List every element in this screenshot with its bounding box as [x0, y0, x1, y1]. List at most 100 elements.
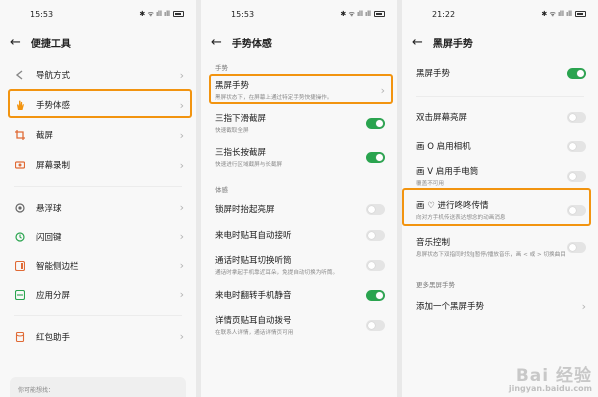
list-item-flip-mute[interactable]: 来电时翻转手机静音: [201, 282, 397, 308]
status-icons: ✱ ᯤ ıll ıll: [139, 9, 170, 18]
toggle-switch[interactable]: [567, 170, 586, 182]
list-item-ear-answer[interactable]: 来电时贴耳自动接听: [201, 222, 397, 248]
toggle-switch[interactable]: [567, 67, 586, 79]
page-header: ← 手势体感: [201, 28, 397, 56]
status-bar: 15:53 ✱ ᯤ ıll ıll: [201, 0, 397, 28]
item-subtitle: 通话时拿起手机靠近耳朵，免提自动切换为听筒。: [215, 270, 339, 276]
item-subtitle: 快速截取全屏: [215, 128, 249, 134]
status-time: 21:22: [432, 9, 456, 19]
chevron-right-icon: ›: [179, 230, 184, 243]
add-gesture-row[interactable]: 添加一个黑屏手势 ›: [402, 291, 598, 321]
battery-icon: [173, 11, 184, 17]
list-item-split-screen[interactable]: 应用分屏 ›: [0, 280, 196, 309]
toggle-switch[interactable]: [366, 117, 385, 129]
item-label: 来电时贴耳自动接听: [215, 231, 292, 241]
item-label: 导航方式: [36, 71, 71, 81]
list-item-screenshot[interactable]: 截屏 ›: [0, 120, 196, 150]
list-item-raise-to-wake[interactable]: 锁屏时抬起亮屏: [201, 196, 397, 222]
item-label: 画 O 启用相机: [416, 142, 471, 152]
toggle-switch[interactable]: [567, 111, 586, 123]
back-arrow-icon[interactable]: ←: [211, 36, 222, 49]
page-title: 黑屏手势: [432, 38, 473, 50]
back-arrow-icon[interactable]: ←: [412, 36, 423, 49]
item-label: 双击屏幕亮屏: [416, 113, 468, 123]
floating-ball-icon: [14, 202, 26, 214]
settings-panel-gesture: 15:53 ✱ ᯤ ıll ıll ← 手势体感 手势 黑屏手势 黑屏状态下，在…: [201, 0, 397, 397]
toggle-switch[interactable]: [567, 204, 586, 216]
item-label: 截屏: [36, 131, 54, 141]
item-label: 黑屏手势: [215, 81, 250, 91]
list-item-flashback-key[interactable]: 闪回键 ›: [0, 222, 196, 251]
flashback-key-icon: [14, 231, 26, 243]
watermark-logo: Bai 经验 jingyan.baidu.com: [509, 361, 592, 393]
status-bar: 15:53 ✱ ᯤ ıll ıll: [0, 0, 196, 28]
chevron-right-icon: ›: [179, 158, 184, 172]
item-subtitle: 快速进行区域截屏与长截屏: [215, 162, 283, 168]
item-subtitle: 向对方手机传送表达想念的动画消息: [416, 215, 506, 221]
item-label: 详情页贴耳自动拨号: [215, 316, 292, 326]
chevron-right-icon: ›: [179, 128, 184, 142]
item-label: 三指下滑截屏: [215, 114, 267, 124]
toggle-switch[interactable]: [366, 151, 385, 163]
list-item-black-screen-gesture[interactable]: 黑屏手势 黑屏状态下，在屏幕上通过特定手势快捷操作。 ›: [201, 74, 397, 106]
item-subtitle: 黑屏状态下，在屏幕上通过特定手势快捷操作。: [215, 95, 333, 101]
page-header: ← 便捷工具: [0, 28, 196, 56]
list-item-ear-switch-receiver[interactable]: 通话时贴耳切换听筒 通话时拿起手机靠近耳朵，免提自动切换为听筒。: [201, 248, 397, 282]
divider: [416, 96, 584, 97]
divider: [14, 315, 182, 316]
list-item-red-packet[interactable]: 红包助手 ›: [0, 322, 196, 351]
red-packet-icon: [14, 331, 26, 343]
list-item-draw-heart[interactable]: 画 ♡ 进行咚咚传情 向对方手机传送表达想念的动画消息: [402, 191, 598, 229]
toggle-switch[interactable]: [567, 241, 586, 253]
chevron-right-icon: ›: [179, 259, 184, 272]
hand-icon: [14, 99, 26, 111]
list-item-music-control[interactable]: 音乐控制 息屏状态下双指同时划‖暂停/播放音乐，画 < 或 > 切换曲目: [402, 229, 598, 265]
item-label: 锁屏时抬起亮屏: [215, 205, 275, 215]
watermark-title: Bai 经验: [515, 366, 592, 386]
watermark-url: jingyan.baidu.com: [508, 384, 592, 393]
divider: [14, 186, 182, 187]
toggle-switch[interactable]: [366, 203, 385, 215]
section-header-gesture: 手势: [215, 64, 228, 72]
toggle-switch[interactable]: [366, 319, 385, 331]
list-item-draw-v-flashlight[interactable]: 画 V 启用手电筒 覆盖不可用: [402, 161, 598, 191]
item-label: 来电时翻转手机静音: [215, 291, 292, 301]
toggle-switch[interactable]: [567, 140, 586, 152]
list-item-three-finger-hold[interactable]: 三指长按截屏 快速进行区域截屏与长截屏: [201, 140, 397, 174]
item-label: 三指长按截屏: [215, 148, 267, 158]
toggle-switch[interactable]: [366, 229, 385, 241]
chevron-right-icon: ›: [179, 68, 184, 82]
chevron-right-icon: ›: [179, 98, 184, 112]
item-label: 音乐控制: [416, 238, 451, 248]
list-item-draw-o-camera[interactable]: 画 O 启用相机: [402, 131, 598, 161]
page-title: 便捷工具: [30, 38, 71, 50]
toggle-switch[interactable]: [366, 259, 385, 271]
list-item-screen-record[interactable]: 屏幕录制 ›: [0, 150, 196, 180]
list-item-smart-sidebar[interactable]: 智能侧边栏 ›: [0, 251, 196, 280]
page-header: ← 黑屏手势: [402, 28, 598, 56]
list-item-double-tap-wake[interactable]: 双击屏幕亮屏: [402, 103, 598, 131]
item-label: 黑屏手势: [416, 69, 451, 79]
back-arrow-icon[interactable]: ←: [10, 36, 21, 49]
chevron-right-icon: ›: [179, 330, 184, 343]
settings-panel-tools: 15:53 ✱ ᯤ ıll ıll ← 便捷工具 导航方式 › 手势体感 › 截…: [0, 0, 196, 397]
section-header-more: 更多黑屏手势: [416, 281, 455, 289]
status-time: 15:53: [231, 9, 255, 19]
screenshot-icon: [14, 129, 26, 141]
list-item-navigation[interactable]: 导航方式 ›: [0, 60, 196, 90]
smart-sidebar-icon: [14, 260, 26, 272]
item-label: 闪回键: [36, 232, 62, 243]
battery-icon: [575, 11, 586, 17]
status-icons: ✱ ᯤ ıll ıll: [340, 9, 371, 18]
list-item-floating-ball[interactable]: 悬浮球 ›: [0, 193, 196, 222]
toggle-switch[interactable]: [366, 289, 385, 301]
master-toggle-row[interactable]: 黑屏手势: [402, 56, 598, 90]
settings-panel-black-screen-gesture: 21:22 ✱ ᯤ ıll ıll ← 黑屏手势 黑屏手势 双击屏幕亮屏 画 O…: [402, 0, 598, 397]
suggestion-card: 你可能想找：: [10, 377, 186, 397]
list-item-gesture[interactable]: 手势体感 ›: [0, 90, 196, 120]
list-item-ear-auto-dial[interactable]: 详情页贴耳自动拨号 在联系人详情，通话详情页可用: [201, 308, 397, 342]
item-label: 红包助手: [36, 332, 71, 343]
list-item-three-finger-swipe[interactable]: 三指下滑截屏 快速截取全屏: [201, 106, 397, 140]
item-subtitle: 息屏状态下双指同时划‖暂停/播放音乐，画 < 或 > 切换曲目: [416, 252, 566, 258]
section-header-motion: 体感: [215, 186, 228, 194]
